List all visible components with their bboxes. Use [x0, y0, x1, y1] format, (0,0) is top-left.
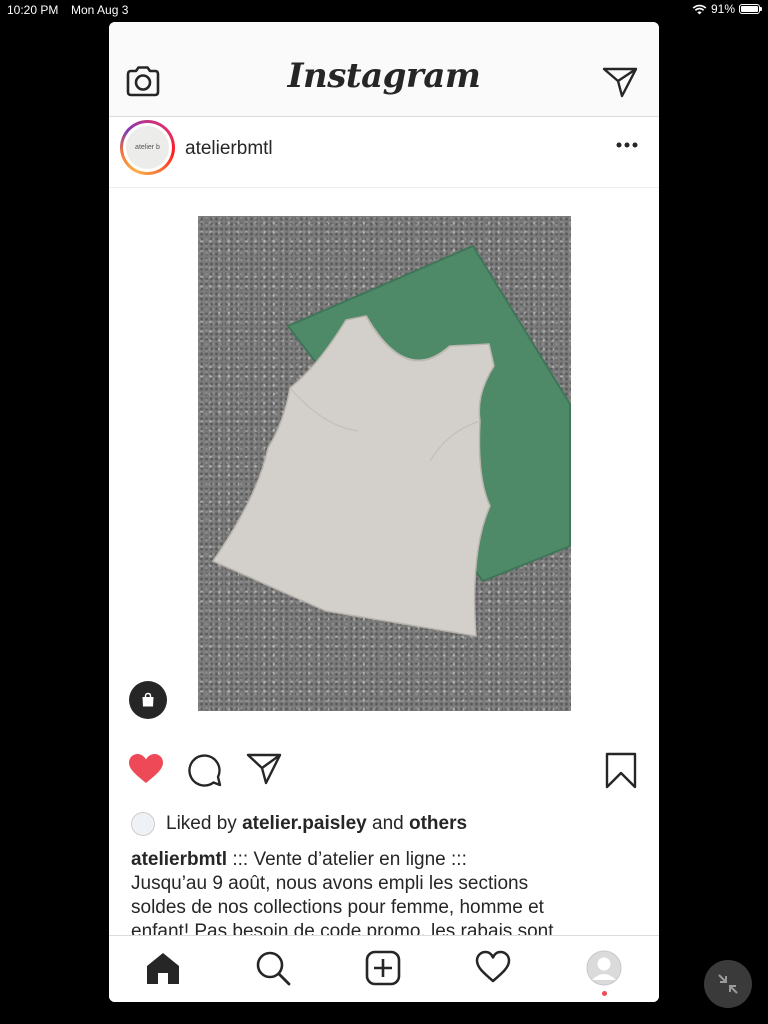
likes-conj: and — [372, 813, 404, 834]
instagram-logo: Instagram — [287, 56, 481, 96]
post-media[interactable] — [109, 188, 659, 748]
direct-message-icon[interactable] — [602, 66, 638, 98]
post-header: atelier b atelierbmtl — [109, 117, 659, 188]
activity-heart-icon[interactable] — [475, 950, 511, 984]
post-caption: atelierbmtl ::: Vente d’atelier en ligne… — [131, 848, 621, 944]
shopping-bag-icon[interactable] — [129, 681, 167, 719]
paper-plane-icon[interactable] — [246, 752, 282, 786]
instagram-window: Instagram atelier b atelierbmtl Liked by… — [109, 22, 659, 1002]
avatar: atelier b — [126, 126, 169, 169]
likes-user[interactable]: atelier.paisley — [242, 813, 367, 835]
ellipsis-icon[interactable] — [616, 142, 638, 148]
profile-icon[interactable] — [586, 950, 622, 986]
post-photo[interactable] — [198, 216, 571, 711]
home-icon[interactable] — [145, 950, 181, 986]
collapse-window-button[interactable] — [704, 960, 752, 1008]
post-username[interactable]: atelierbmtl — [185, 138, 273, 160]
heart-icon[interactable] — [127, 752, 165, 786]
liker-avatar — [131, 812, 155, 836]
caption-line-3: soldes de nos collections pour femme, ho… — [131, 897, 544, 918]
caption-line-1: ::: Vente d’atelier en ligne ::: — [227, 849, 467, 870]
likes-others[interactable]: others — [409, 813, 467, 835]
caption-line-2: Jusqu’au 9 août, nous avons empli les se… — [131, 873, 529, 894]
wifi-icon — [692, 4, 707, 14]
notification-dot — [602, 991, 607, 996]
status-bar: 10:20 PM Mon Aug 3 91% — [0, 0, 768, 20]
photo-illustration — [211, 244, 571, 637]
caption-username[interactable]: atelierbmtl — [131, 849, 227, 870]
new-post-icon[interactable] — [365, 950, 401, 986]
battery-percent: 91% — [710, 2, 735, 16]
search-icon[interactable] — [255, 950, 291, 986]
story-ring[interactable]: atelier b — [120, 120, 175, 175]
bottom-tab-bar — [109, 935, 659, 1002]
collapse-arrows-icon — [718, 974, 738, 994]
bookmark-icon[interactable] — [605, 752, 637, 790]
likes-prefix: Liked by — [166, 813, 237, 834]
status-date: Mon Aug 3 — [71, 3, 129, 17]
battery-icon — [739, 4, 762, 14]
top-nav-bar: Instagram — [109, 22, 659, 117]
comment-icon[interactable] — [187, 752, 223, 788]
likes-summary[interactable]: Liked by atelier.paisley and others — [131, 811, 651, 837]
status-right: 91% — [692, 2, 762, 16]
status-time: 10:20 PM — [7, 3, 59, 17]
post-actions — [109, 752, 659, 796]
